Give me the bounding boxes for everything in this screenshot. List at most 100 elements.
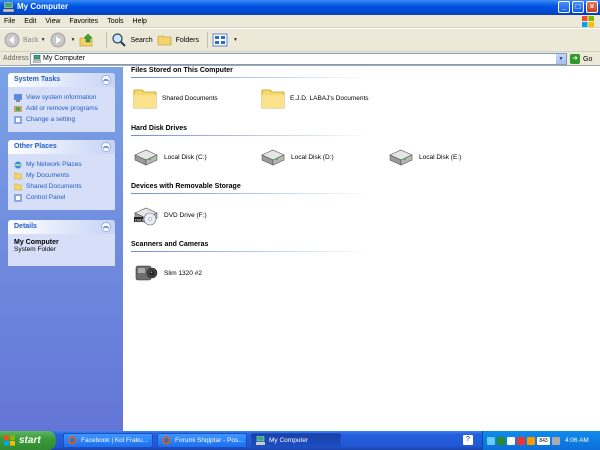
windows-logo-icon [582, 16, 594, 27]
taskbar-button-my-computer[interactable]: My Computer [251, 433, 341, 448]
back-dropdown-icon[interactable]: ▼ [41, 37, 46, 43]
item-local-disk-d[interactable]: Local Disk (D:) [260, 147, 334, 167]
address-bar: Address My Computer ▼ ➜ Go [0, 52, 600, 66]
task-view-system-information[interactable]: View system information [14, 92, 109, 103]
go-label: Go [583, 55, 593, 63]
up-button[interactable] [79, 30, 98, 50]
place-label: My Network Places [26, 161, 82, 168]
item-local-disk-c[interactable]: Local Disk (C:) [133, 147, 207, 167]
collapse-chevron-icon[interactable]: ︽ [101, 75, 111, 85]
network-tray-icon[interactable] [487, 436, 495, 445]
menu-tools[interactable]: Tools [107, 18, 123, 25]
task-change-setting[interactable]: Change a setting [14, 114, 109, 125]
menu-view[interactable]: View [45, 18, 60, 25]
item-label: Shared Documents [162, 94, 218, 102]
search-button[interactable]: Search [111, 30, 153, 50]
item-label: Local Disk (C:) [164, 153, 207, 161]
folders-label: Folders [175, 36, 199, 44]
place-label: My Documents [26, 172, 70, 179]
address-input[interactable]: My Computer ▼ [30, 53, 567, 65]
hard-disk-icon [261, 149, 285, 166]
place-my-documents[interactable]: My Documents [14, 170, 109, 181]
svg-text:DVD: DVD [135, 218, 143, 222]
close-button[interactable]: × [586, 1, 598, 13]
title-bar[interactable]: My Computer _ □ × [0, 0, 600, 15]
item-label: DVD Drive (F:) [164, 211, 207, 219]
menu-file[interactable]: File [4, 18, 15, 25]
taskbar-button-forumi[interactable]: Forumi Shqiptar - Pos... [157, 433, 247, 448]
taskbar-button-facebook[interactable]: Facebook | Kol Fraku... [63, 433, 153, 448]
group-divider [131, 251, 371, 252]
task-add-remove-programs[interactable]: Add or remove programs [14, 103, 109, 114]
group-title: Hard Disk Drives [131, 125, 188, 132]
folder-icon [133, 89, 157, 109]
place-label: Control Panel [26, 194, 66, 201]
messenger-tray-icon[interactable] [527, 436, 535, 445]
security-tray-icon[interactable] [497, 436, 505, 445]
volume-tray-icon[interactable] [507, 436, 515, 445]
clock[interactable]: 4:06 AM [565, 437, 589, 444]
tray-badge[interactable]: 843 [537, 436, 550, 445]
toolbar: Back ▼ ▼ Search Folders ▼ [0, 29, 600, 52]
address-dropdown-icon[interactable]: ▼ [556, 54, 566, 64]
group-divider [131, 77, 371, 78]
views-icon [212, 33, 228, 47]
details-header[interactable]: Details ︽ [8, 220, 115, 234]
task-label: View system information [26, 94, 97, 101]
item-shared-documents[interactable]: Shared Documents [133, 87, 218, 109]
forward-button[interactable]: ▼ [50, 30, 76, 50]
group-title: Files Stored on This Computer [131, 67, 233, 74]
group-divider [131, 135, 371, 136]
folder-icon [261, 89, 285, 109]
up-folder-icon [80, 33, 94, 47]
item-label: Local Disk (D:) [291, 153, 334, 161]
item-ejd-labaj-documents[interactable]: E.J.D. LABAJ's Documents [261, 87, 369, 109]
antivirus-tray-icon[interactable] [517, 436, 525, 445]
folder-icon [14, 183, 22, 190]
back-button[interactable]: Back ▼ [4, 30, 46, 50]
search-icon [112, 33, 127, 47]
menu-favorites[interactable]: Favorites [69, 18, 98, 25]
my-computer-icon [33, 55, 41, 63]
content-pane: Files Stored on This Computer Shared Doc… [123, 67, 600, 431]
system-tray: 843 4:06 AM [482, 431, 600, 450]
place-shared-documents[interactable]: Shared Documents [14, 181, 109, 192]
menu-help[interactable]: Help [133, 18, 147, 25]
my-computer-icon [256, 436, 265, 445]
start-button[interactable]: start [0, 431, 56, 450]
dvd-drive-icon: DVD [134, 207, 158, 226]
taskbar-button-label: Facebook | Kol Fraku... [81, 437, 149, 444]
item-dvd-drive-f[interactable]: DVD DVD Drive (F:) [133, 203, 207, 227]
system-tasks-header[interactable]: System Tasks ︽ [8, 73, 115, 87]
views-button[interactable]: ▼ [212, 30, 238, 50]
place-control-panel[interactable]: Control Panel [14, 192, 109, 203]
menu-edit[interactable]: Edit [24, 18, 36, 25]
forward-dropdown-icon[interactable]: ▼ [71, 37, 76, 43]
my-computer-icon [3, 2, 14, 12]
folder-icon [157, 35, 171, 46]
collapse-chevron-icon[interactable]: ︽ [101, 222, 111, 232]
add-remove-icon [14, 105, 22, 112]
firefox-icon [162, 436, 171, 445]
folders-button[interactable]: Folders [157, 30, 199, 50]
taskbar-button-label: My Computer [269, 437, 309, 444]
item-local-disk-e[interactable]: Local Disk (E:) [388, 147, 461, 167]
help-icon[interactable]: ? [463, 435, 473, 445]
minimize-button[interactable]: _ [558, 1, 570, 13]
group-divider [131, 193, 371, 194]
maximize-button[interactable]: □ [572, 1, 584, 13]
toolbar-separator [106, 32, 108, 48]
collapse-chevron-icon[interactable]: ︽ [101, 142, 111, 152]
item-slim-1320[interactable]: Slim 1320 #2 [133, 261, 202, 285]
taskbar-button-label: Forumi Shqiptar - Pos... [175, 437, 244, 444]
task-pane: System Tasks ︽ View system information A… [0, 67, 123, 431]
address-value: My Computer [43, 55, 86, 62]
views-dropdown-icon[interactable]: ▼ [233, 37, 238, 43]
go-button[interactable]: ➜ Go [570, 54, 592, 64]
display-tray-icon[interactable] [552, 436, 560, 445]
windows-logo-icon [4, 435, 15, 446]
place-my-network-places[interactable]: My Network Places [14, 159, 109, 170]
details-panel: Details ︽ My Computer System Folder [8, 220, 115, 266]
place-label: Shared Documents [26, 183, 82, 190]
other-places-header[interactable]: Other Places ︽ [8, 140, 115, 154]
